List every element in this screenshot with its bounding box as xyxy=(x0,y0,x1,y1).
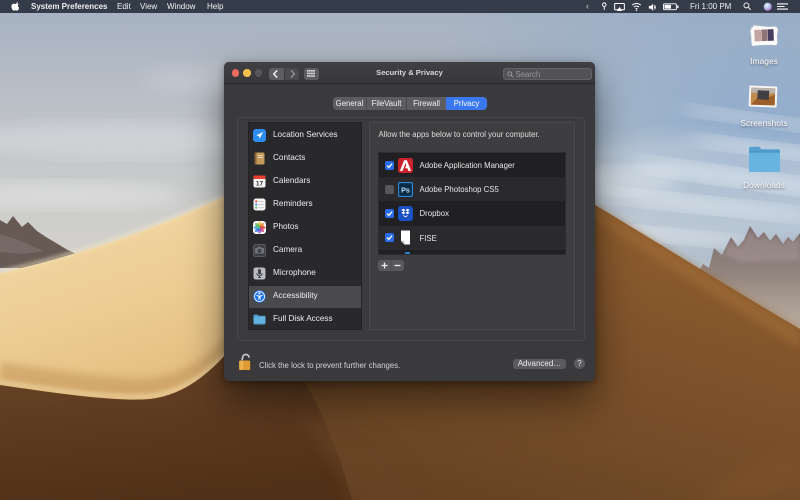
svg-text:17: 17 xyxy=(256,180,264,187)
svg-text:Ps: Ps xyxy=(401,185,410,194)
